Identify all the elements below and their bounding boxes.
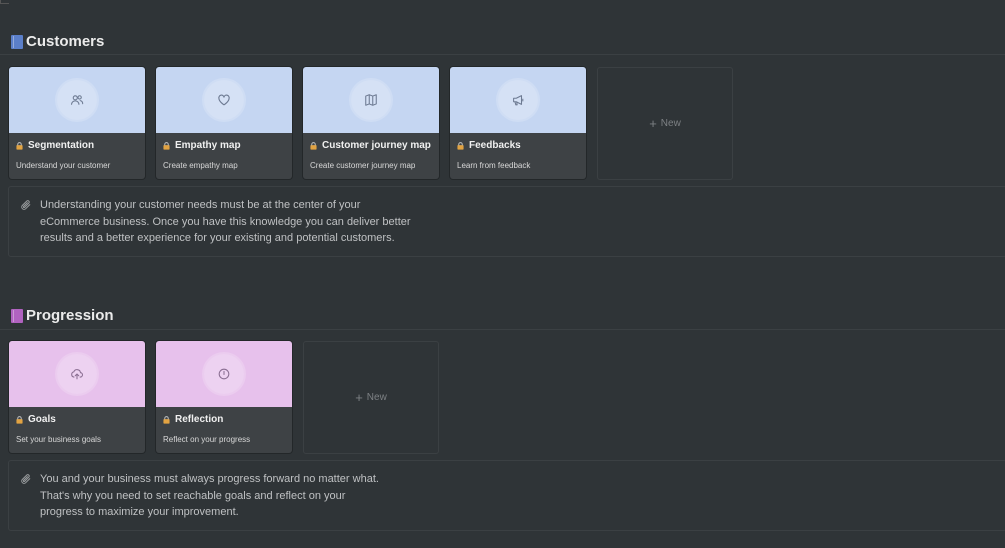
card-title: Segmentation bbox=[16, 140, 94, 151]
lock-icon bbox=[163, 141, 170, 150]
card-title-text: Goals bbox=[28, 414, 56, 425]
card-reflection[interactable]: Reflection Reflect on your progress bbox=[156, 341, 292, 453]
card-title: Reflection bbox=[163, 414, 223, 425]
paperclip-icon bbox=[21, 474, 31, 484]
card-title-text: Feedbacks bbox=[469, 140, 521, 151]
cloud-upload-icon bbox=[57, 354, 97, 394]
people-icon bbox=[57, 80, 97, 120]
card-cover bbox=[303, 67, 439, 133]
lock-icon bbox=[163, 415, 170, 424]
card-description: Create customer journey map bbox=[310, 161, 416, 170]
section-title-customers[interactable]: Customers bbox=[11, 33, 104, 50]
card-cover bbox=[9, 67, 145, 133]
section-title-progression[interactable]: Progression bbox=[11, 307, 114, 324]
card-cover bbox=[9, 341, 145, 407]
lock-icon bbox=[16, 415, 23, 424]
card-title: Customer journey map bbox=[310, 140, 431, 151]
clock-icon bbox=[204, 354, 244, 394]
map-icon bbox=[351, 80, 391, 120]
card-title-text: Segmentation bbox=[28, 140, 95, 151]
callout-line: Understanding your customer needs must b… bbox=[40, 199, 361, 211]
card-title: Feedbacks bbox=[457, 140, 521, 151]
callout-line: progress to maximize your improvement. bbox=[40, 506, 239, 518]
card-description: Understand your customer bbox=[16, 161, 111, 170]
callout-line: results and a better experience for your… bbox=[40, 232, 395, 244]
card-title: Empathy map bbox=[163, 140, 241, 151]
blue-book-icon bbox=[11, 34, 23, 49]
plus-icon: + bbox=[649, 115, 657, 131]
card-customer-journey-map[interactable]: Customer journey map Create customer jou… bbox=[303, 67, 439, 179]
card-title-text: Reflection bbox=[175, 414, 224, 425]
section-title-text: Customers bbox=[26, 33, 105, 50]
new-card-button[interactable]: + New bbox=[597, 67, 733, 180]
callout-line: That's why you need to set reachable goa… bbox=[40, 489, 346, 502]
card-empathy-map[interactable]: Empathy map Create empathy map bbox=[156, 67, 292, 179]
new-label: New bbox=[660, 118, 681, 129]
plus-icon: + bbox=[355, 389, 363, 405]
card-title-text: Empathy map bbox=[175, 140, 241, 151]
card-description: Create empathy map bbox=[163, 161, 238, 170]
new-label: New bbox=[366, 392, 387, 403]
card-segmentation[interactable]: Segmentation Understand your customer bbox=[9, 67, 145, 179]
callout-text: Understanding your customer needs must b… bbox=[40, 197, 420, 247]
card-description: Learn from feedback bbox=[457, 161, 531, 170]
card-description: Reflect on your progress bbox=[163, 435, 251, 444]
megaphone-icon bbox=[498, 80, 538, 120]
page-corner-mark bbox=[0, 0, 9, 4]
paperclip-icon bbox=[21, 200, 31, 210]
card-cover bbox=[156, 67, 292, 133]
section-title-text: Progression bbox=[26, 307, 114, 324]
lock-icon bbox=[16, 141, 23, 150]
callout-line: eCommerce business. Once you have this k… bbox=[40, 215, 411, 228]
callout-customers[interactable]: Understanding your customer needs must b… bbox=[8, 186, 1005, 257]
card-cover bbox=[450, 67, 586, 133]
heart-icon bbox=[204, 80, 244, 120]
card-goals[interactable]: Goals Set your business goals bbox=[9, 341, 145, 453]
new-card-button[interactable]: + New bbox=[303, 341, 439, 454]
purple-book-icon bbox=[11, 308, 23, 323]
lock-icon bbox=[457, 141, 464, 150]
callout-progression[interactable]: You and your business must always progre… bbox=[8, 460, 1005, 531]
section-divider bbox=[0, 329, 1005, 330]
card-description: Set your business goals bbox=[16, 435, 101, 444]
lock-icon bbox=[310, 141, 317, 150]
card-cover bbox=[156, 341, 292, 407]
callout-text: You and your business must always progre… bbox=[40, 471, 420, 521]
section-divider bbox=[0, 54, 1005, 55]
card-feedbacks[interactable]: Feedbacks Learn from feedback bbox=[450, 67, 586, 179]
callout-line: You and your business must always progre… bbox=[40, 473, 379, 485]
card-title-text: Customer journey map bbox=[322, 140, 431, 151]
card-title: Goals bbox=[16, 414, 56, 425]
